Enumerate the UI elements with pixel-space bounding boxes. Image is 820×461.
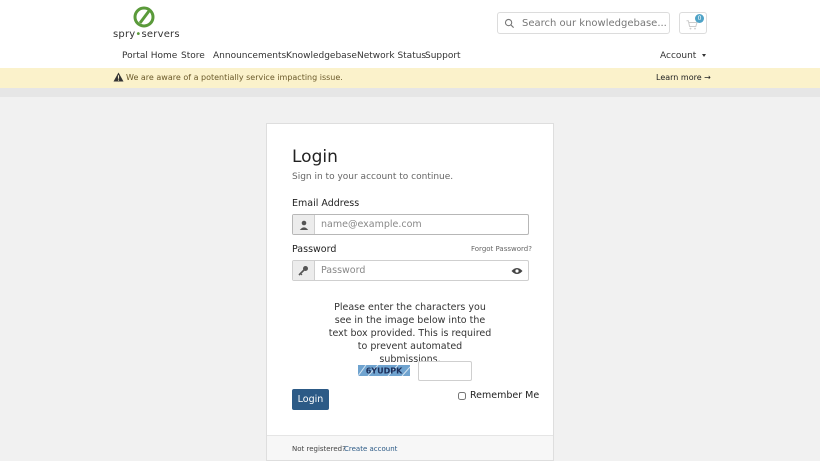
- page-title: Login: [292, 147, 338, 167]
- learn-more-link[interactable]: Learn more →: [656, 73, 711, 82]
- key-icon: [298, 266, 308, 276]
- password-field[interactable]: [321, 263, 501, 278]
- user-icon: [299, 220, 309, 230]
- nav-item-support[interactable]: Support: [425, 51, 461, 61]
- captcha-code: 6YUDPK: [366, 367, 403, 376]
- nav-item-portal-home[interactable]: Portal Home: [122, 51, 177, 61]
- email-label: Email Address: [292, 198, 360, 209]
- arrow-right-icon: →: [704, 73, 711, 82]
- login-card: Login Sign in to your account to continu…: [266, 123, 554, 461]
- nav-item-knowledgebase[interactable]: Knowledgebase: [286, 51, 357, 61]
- main-nav: Portal Home Store Announcements Knowledg…: [0, 46, 820, 67]
- password-field-group: [292, 260, 529, 281]
- nav-item-announcements[interactable]: Announcements: [213, 51, 286, 61]
- captcha-input[interactable]: [418, 361, 472, 381]
- cart-button[interactable]: 0: [679, 12, 707, 34]
- header-divider: [0, 88, 820, 97]
- nav-item-network-status[interactable]: Network Status: [357, 51, 426, 61]
- page-subtitle: Sign in to your account to continue.: [292, 172, 454, 182]
- captcha-image: 6YUDPK: [358, 365, 410, 376]
- create-account-link[interactable]: Create account: [344, 445, 397, 453]
- not-registered-text: Not registered?: [292, 445, 346, 453]
- search-box: [497, 12, 670, 34]
- alert-banner: We are aware of a potentially service im…: [0, 68, 820, 88]
- card-footer: Not registered? Create account: [267, 435, 553, 460]
- account-menu[interactable]: Account: [660, 51, 707, 61]
- email-field[interactable]: [321, 217, 501, 232]
- nav-item-store[interactable]: Store: [181, 51, 205, 61]
- email-field-group: [292, 214, 529, 235]
- remember-me[interactable]: Remember Me: [458, 390, 539, 401]
- login-button[interactable]: Login: [292, 389, 329, 410]
- search-input[interactable]: [522, 15, 666, 31]
- caret-down-icon: [702, 54, 707, 57]
- captcha-instructions: Please enter the characters you see in t…: [328, 302, 492, 365]
- password-addon: [293, 261, 315, 280]
- forgot-password-link[interactable]: Forgot Password?: [471, 245, 532, 253]
- logo-wordmark[interactable]: spry•servers: [113, 29, 180, 40]
- header: spry•servers 0 Portal Home Store Announc…: [0, 0, 820, 68]
- email-addon: [293, 215, 315, 234]
- password-label: Password: [292, 244, 337, 255]
- cart-count-badge: 0: [695, 14, 704, 23]
- alert-message: We are aware of a potentially service im…: [126, 73, 343, 82]
- remember-me-checkbox[interactable]: [458, 391, 466, 400]
- eye-icon[interactable]: [511, 267, 523, 275]
- warning-icon: [113, 72, 124, 82]
- search-icon[interactable]: [504, 18, 515, 29]
